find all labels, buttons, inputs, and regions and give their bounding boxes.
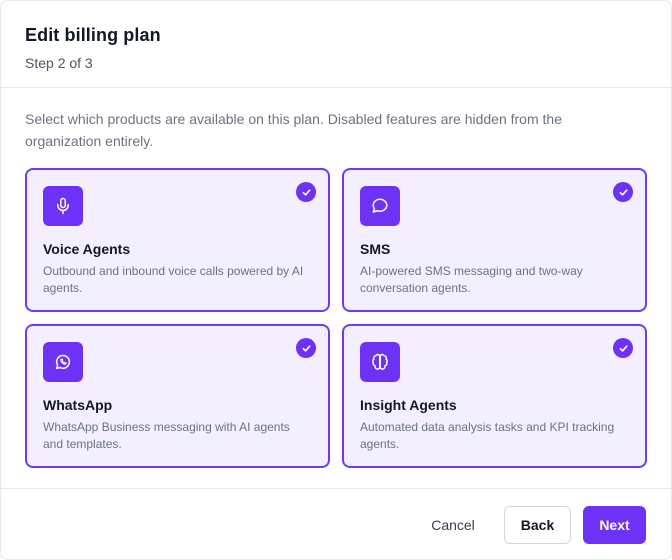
microphone-icon (43, 186, 83, 226)
product-name: WhatsApp (43, 397, 113, 413)
product-card-sms[interactable]: SMS AI-powered SMS messaging and two-way… (342, 168, 647, 312)
next-button[interactable]: Next (583, 506, 646, 544)
product-description: Outbound and inbound voice calls powered… (43, 264, 304, 295)
selected-check-icon[interactable] (613, 338, 633, 358)
product-card-voice-agents[interactable]: Voice Agents Outbound and inbound voice … (25, 168, 330, 312)
cancel-button[interactable]: Cancel (419, 506, 487, 544)
dialog-body: Select which products are available on t… (1, 88, 671, 468)
dialog-title: Edit billing plan (25, 25, 161, 45)
product-description: AI-powered SMS messaging and two-way con… (360, 264, 583, 295)
product-grid: Voice Agents Outbound and inbound voice … (25, 168, 647, 468)
dialog-footer: Cancel Back Next (1, 488, 671, 559)
brain-icon (360, 342, 400, 382)
product-description: WhatsApp Business messaging with AI agen… (43, 420, 290, 451)
selected-check-icon[interactable] (613, 182, 633, 202)
back-button[interactable]: Back (504, 506, 571, 544)
edit-billing-plan-dialog: Edit billing plan Step 2 of 3 Select whi… (0, 0, 672, 560)
product-name: SMS (360, 241, 391, 257)
product-description: Automated data analysis tasks and KPI tr… (360, 420, 615, 451)
whatsapp-icon (43, 342, 83, 382)
product-name: Voice Agents (43, 241, 131, 257)
product-card-whatsapp[interactable]: WhatsApp WhatsApp Business messaging wit… (25, 324, 330, 468)
selected-check-icon[interactable] (296, 182, 316, 202)
plan-description: Select which products are available on t… (25, 111, 562, 149)
product-card-insight-agents[interactable]: Insight Agents Automated data analysis t… (342, 324, 647, 468)
selected-check-icon[interactable] (296, 338, 316, 358)
product-name: Insight Agents (360, 397, 457, 413)
step-indicator: Step 2 of 3 (25, 55, 93, 71)
dialog-header: Edit billing plan Step 2 of 3 (1, 1, 671, 88)
chat-bubble-icon (360, 186, 400, 226)
